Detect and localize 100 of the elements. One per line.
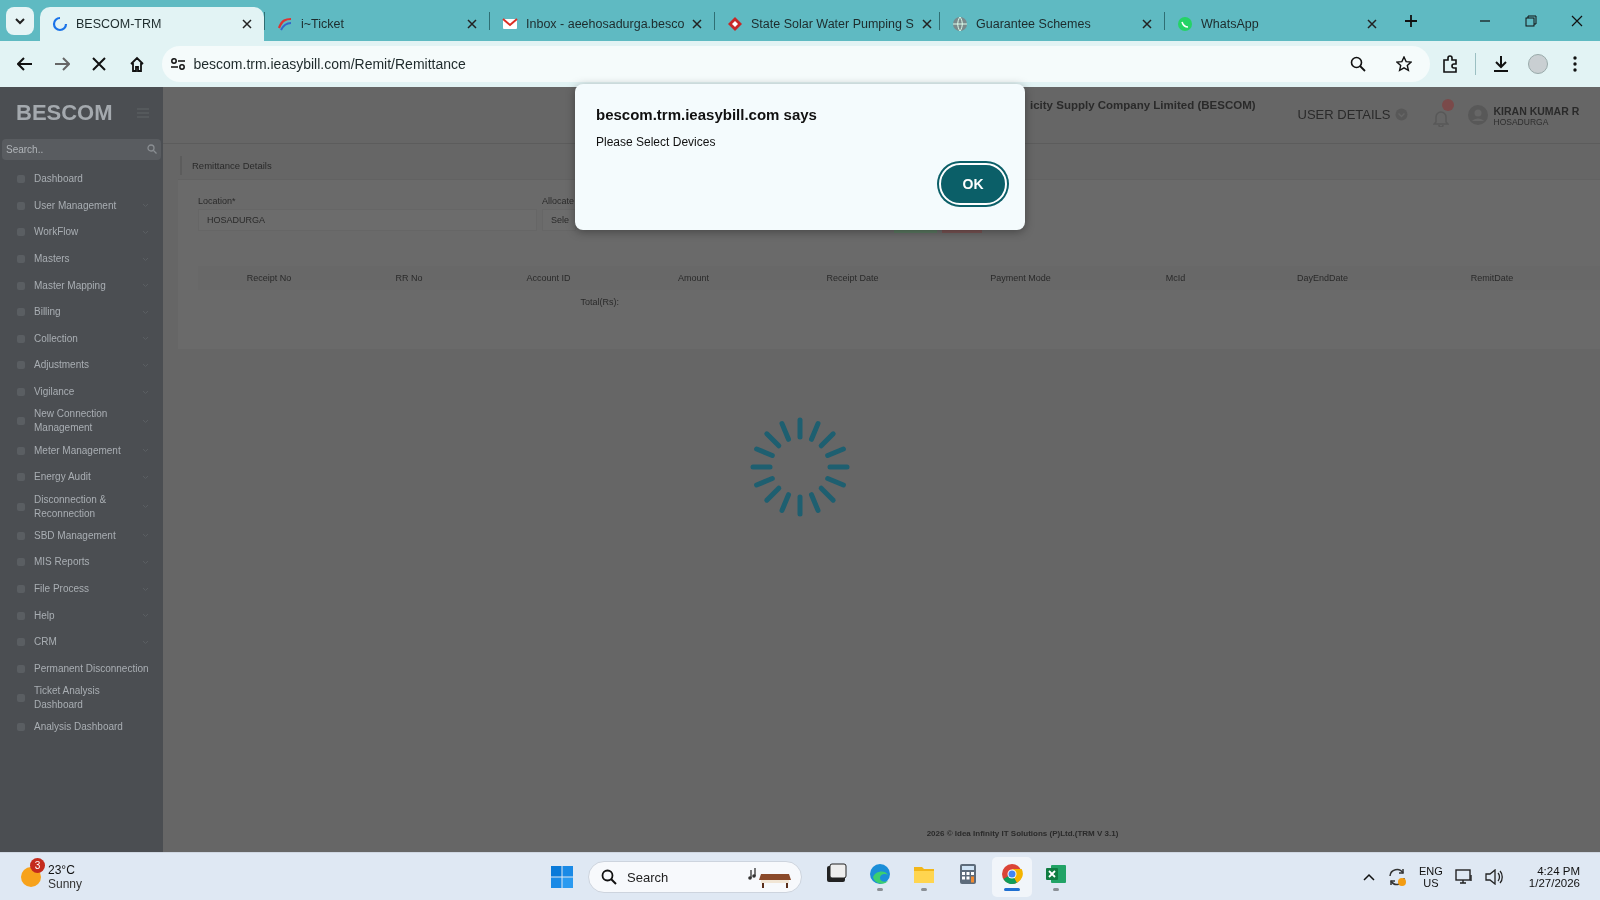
sync-icon[interactable] (1387, 866, 1407, 887)
ok-button[interactable]: OK (939, 163, 1007, 205)
search-icon (147, 144, 157, 154)
dialog-message: Please Select Devices (596, 135, 717, 149)
tab-title: i~Ticket (301, 17, 345, 31)
column-header: Payment Mode (989, 273, 1052, 283)
wave-circle-icon (869, 863, 891, 885)
caret-up-icon[interactable] (1363, 872, 1375, 881)
field-label: Allocate (542, 196, 576, 206)
tab-list-button[interactable] (6, 7, 34, 35)
sidebar-item[interactable]: Collection (0, 325, 163, 353)
sidebar-item[interactable]: Dashboard (0, 166, 163, 193)
search-field[interactable]: Search.. (2, 139, 161, 160)
close-icon[interactable] (921, 19, 932, 29)
loading-icon (52, 16, 68, 32)
field-label: Location* (198, 196, 237, 206)
temperature-text: 23°C (48, 862, 76, 877)
column-header: Amount (677, 273, 710, 283)
footer-text: 2026 © Idea Infinity IT Solutions (P)Ltd.(TRM V 3.1) (925, 829, 1120, 840)
sidebar-item[interactable]: User Management (0, 192, 163, 220)
sidebar-item[interactable]: Analysis Dashboard (0, 714, 163, 741)
tricolor-circle-icon (1001, 863, 1023, 885)
home-icon (128, 56, 145, 72)
piano-icon (747, 866, 793, 888)
sidebar-item[interactable]: Disconnection & Reconnection (0, 490, 163, 523)
browser-tab[interactable]: BESCOM-TRM (40, 7, 264, 41)
zoom-icon[interactable] (1349, 56, 1366, 72)
calculator-icon (957, 863, 979, 885)
plus-icon (1404, 14, 1418, 28)
back-arrow-icon (16, 57, 33, 71)
chat-bubble-icon (1177, 16, 1193, 32)
four-squares-icon (551, 866, 573, 888)
tab-title: BESCOM-TRM (76, 17, 163, 31)
column-header: RR No (394, 273, 424, 283)
language-indicator[interactable]: ENG US (1419, 864, 1443, 889)
sidebar-item[interactable]: CRM (0, 628, 163, 656)
weather-condition: Sunny (48, 876, 83, 891)
logo-text: BESCOM (16, 100, 113, 126)
sidebar-item[interactable]: WorkFlow (0, 219, 163, 246)
forward-arrow-icon (54, 57, 71, 71)
sidebar-item[interactable]: Help (0, 602, 163, 629)
sidebar-item[interactable]: Master Mapping (0, 272, 163, 299)
column-header: RemitDate (1469, 273, 1515, 283)
notification-badge: 3 (30, 857, 45, 873)
column-header: DayEndDate (1296, 273, 1349, 283)
column-header: McId (1164, 273, 1187, 283)
notification-badge (1441, 99, 1454, 111)
total-label: Total(Rs): (579, 297, 619, 307)
tab-title: WhatsApp (1201, 17, 1260, 31)
envelope-icon (502, 16, 518, 32)
restore-icon (1525, 14, 1537, 27)
caret-icon (14, 17, 26, 25)
sidebar-item[interactable]: New Connection Management (0, 405, 163, 438)
star-icon[interactable] (1395, 56, 1412, 72)
location-field[interactable]: HOSADURGA (198, 209, 537, 231)
sidebar-item[interactable]: Vigilance (0, 378, 163, 406)
close-icon[interactable] (692, 19, 703, 29)
browser-tab[interactable]: i~Ticket (265, 7, 489, 41)
loading-spinner-icon (750, 417, 850, 517)
user-details-menu[interactable]: USER DETAILS (1297, 107, 1408, 122)
monitor-icon[interactable] (1454, 868, 1473, 885)
sidebar-item[interactable]: Permanent Disconnection (0, 655, 163, 683)
close-icon (92, 57, 107, 71)
tab-title: Inbox - aeehosadurga.besco (526, 17, 685, 31)
column-header: Account ID (525, 273, 572, 283)
close-icon[interactable] (1367, 19, 1377, 29)
globe-icon (952, 16, 968, 32)
speaker-icon[interactable] (1484, 868, 1503, 885)
close-icon[interactable] (242, 19, 252, 29)
user-name: KIRAN KUMAR R (1493, 105, 1580, 117)
sidebar-item[interactable]: File Process (0, 575, 163, 603)
url-text: bescom.trm.ieasybill.com/Remit/Remittance (193, 56, 467, 72)
browser-tab[interactable]: Inbox - aeehosadurga.besco (490, 7, 714, 41)
diamond-icon (727, 16, 743, 32)
dialog-title: bescom.trm.ieasybill.com says (596, 106, 818, 123)
tab-title: Guarantee Schemes (976, 17, 1092, 31)
taskbar-search-button[interactable]: Search (588, 861, 802, 893)
close-icon[interactable] (1142, 19, 1152, 29)
sidebar-item[interactable]: Meter Management (0, 437, 163, 464)
browser-tab[interactable]: WhatsApp (1165, 7, 1389, 41)
sidebar-item[interactable]: Adjustments (0, 352, 163, 379)
close-icon[interactable] (467, 19, 477, 29)
sidebar-item[interactable]: Billing (0, 298, 163, 326)
sidebar-item[interactable]: Ticket Analysis Dashboard (0, 682, 163, 715)
kebab-menu-icon (1573, 56, 1578, 72)
search-icon (601, 869, 617, 885)
header-title: icity Supply Company Limited (BESCOM) (1030, 99, 1256, 111)
browser-tab[interactable]: Guarantee Schemes (940, 7, 1164, 41)
sidebar-item[interactable]: Masters (0, 245, 163, 273)
clock[interactable]: 4:24 PM 1/27/2026 (1528, 864, 1580, 889)
tune-icon[interactable] (169, 57, 186, 71)
sidebar-item[interactable]: SBD Management (0, 522, 163, 550)
download-icon (1491, 55, 1510, 73)
bell-icon (1432, 109, 1449, 127)
browser-tab[interactable]: State Solar Water Pumping S (715, 7, 939, 41)
sidebar-item[interactable]: MIS Reports (0, 549, 163, 576)
square-icon (825, 863, 847, 885)
address-bar[interactable]: bescom.trm.ieasybill.com/Remit/Remittance (161, 46, 1430, 82)
sidebar-item[interactable]: Energy Audit (0, 463, 163, 491)
tab-title: State Solar Water Pumping S (751, 17, 914, 31)
